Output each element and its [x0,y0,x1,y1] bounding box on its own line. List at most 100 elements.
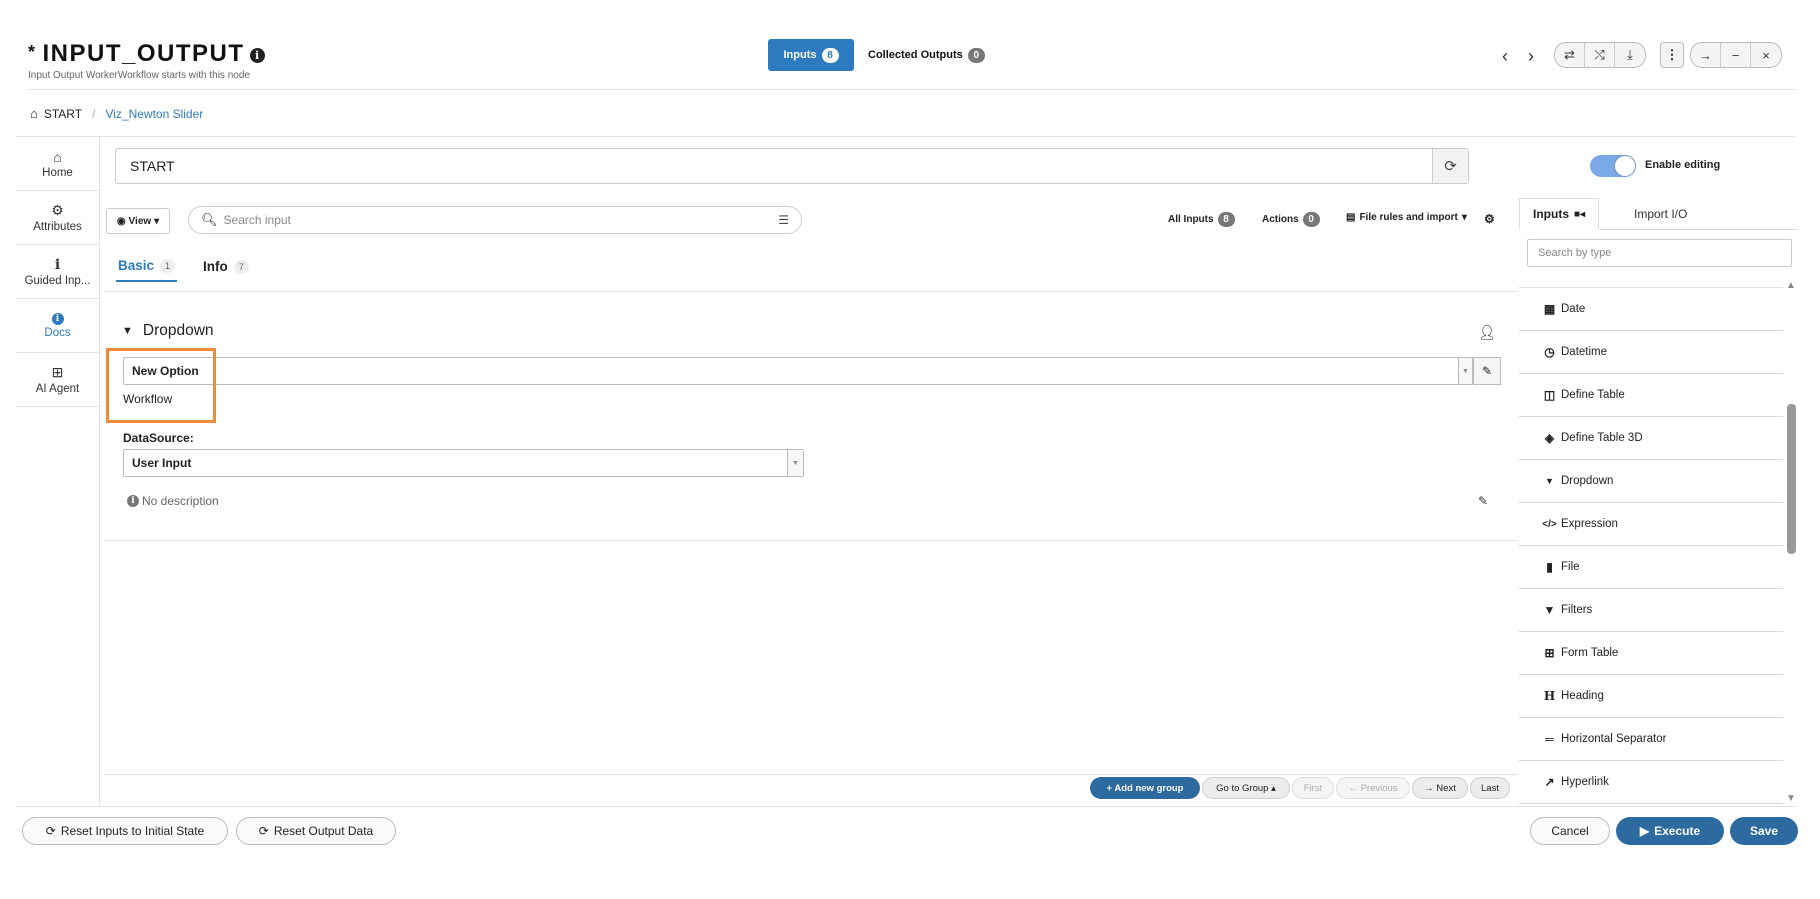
previous-page-button[interactable]: ← Previous [1336,777,1410,799]
input-subtabs: Basic 1 Info 7 [116,258,251,282]
start-node-value: START [130,158,175,174]
first-page-button[interactable]: First [1292,777,1334,799]
subtab-divider [104,291,1518,292]
breadcrumb-root[interactable]: START [44,107,82,121]
reset-output-button[interactable]: ⟳ Reset Output Data [236,817,396,845]
go-to-group-button[interactable]: Go to Group ▴ [1202,777,1290,799]
caret-down-icon: ▼ [122,325,133,337]
tab-inputs-label: Inputs [783,49,817,61]
arrow-right-icon[interactable]: → [1691,43,1721,67]
prev-node-icon[interactable]: ‹ [1502,46,1508,67]
type-horizontal-separator[interactable]: ═ Horizontal Separator [1519,718,1783,761]
type-dropdown[interactable]: ▼ Dropdown [1519,460,1783,503]
nav-ai-agent[interactable]: ⊞ AI Agent [16,353,99,407]
refresh-icon[interactable]: ⟳ [1432,149,1468,183]
save-button[interactable]: Save [1730,817,1798,845]
tab-inputs-count: 8 [821,47,839,63]
datasource-label: DataSource: [123,431,194,445]
tab-inputs[interactable]: Inputs 8 [768,39,854,71]
group-header[interactable]: ▼ Dropdown [122,322,214,340]
table-icon: ⊞ [1544,646,1555,660]
all-inputs-button[interactable]: All Inputs 8 [1168,212,1235,227]
type-file[interactable]: ▮ File [1519,546,1783,589]
search-by-type-input[interactable]: Search by type [1527,239,1792,267]
reset-inputs-button[interactable]: ⟳ Reset Inputs to Initial State [22,817,228,845]
download-icon[interactable]: ⤓ [1615,43,1645,67]
dropdown-caret-icon[interactable]: ▼ [1458,358,1472,384]
user-icon[interactable]: 👤︎ [1478,324,1496,341]
type-datetime[interactable]: ◷ Datetime [1519,331,1783,374]
cancel-button[interactable]: Cancel [1530,817,1610,845]
header-divider [28,89,1796,90]
scroll-down-icon[interactable]: ▼ [1786,793,1796,804]
file-rules-dropdown[interactable]: ▤ File rules and import ▾ [1346,212,1467,223]
swap-icon[interactable]: ⇄ [1555,43,1585,67]
last-page-button[interactable]: Last [1470,777,1510,799]
eye-icon: ◉ [116,215,126,227]
type-list-scrollbar[interactable]: ▲ ▼ [1786,280,1796,804]
group-title: Dropdown [142,322,214,339]
type-filters[interactable]: ▼ Filters [1519,589,1783,632]
tab-inputs-panel[interactable]: Inputs ■◂ [1519,198,1600,230]
type-hyperlink[interactable]: ↗ Hyperlink [1519,761,1783,804]
datasource-caret-icon[interactable]: ▼ [787,450,803,476]
refresh-icon: ⟳ [258,824,269,838]
tab-collected-outputs[interactable]: Collected Outputs 0 [868,39,985,71]
tab-basic[interactable]: Basic 1 [116,258,178,282]
add-new-group-button[interactable]: + Add new group [1090,777,1200,799]
nav-docs[interactable]: i Docs [16,299,99,353]
start-node-field[interactable]: START ⟳ [115,148,1469,184]
type-date[interactable]: ▦ Date [1519,288,1783,331]
next-node-icon[interactable]: › [1528,46,1534,67]
actions-button[interactable]: Actions 0 [1262,212,1320,227]
enable-editing-toggle[interactable] [1590,155,1636,177]
pagination-divider [104,774,1518,775]
shuffle-icon[interactable]: ⤭ [1585,43,1615,67]
view-dropdown[interactable]: ◉ View ▾ [106,208,170,234]
settings-gear-button[interactable]: ⚙ [1484,212,1495,226]
node-subtitle: Input Output WorkerWorkflow starts with … [28,70,250,81]
scroll-up-icon[interactable]: ▲ [1786,280,1796,291]
type-define-table-3d[interactable]: ◈ Define Table 3D [1519,417,1783,460]
datasource-select[interactable]: User Input ▼ [123,449,804,477]
edit-dropdown-icon[interactable]: ✎ [1473,357,1501,385]
tab-import-io[interactable]: Import I/O [1621,198,1700,230]
external-link-icon: ↗ [1544,775,1555,789]
minimize-icon[interactable]: − [1721,43,1751,67]
filter-sliders-icon[interactable]: ☰ [778,213,789,227]
breadcrumb: ⌂ START / Viz_Newton Slider [30,106,204,121]
dropdown-select[interactable]: New Option ▼ [123,357,1473,385]
left-nav: ⌂ Home ⚙ Attributes i Guided Inp... i Do… [16,137,100,807]
next-page-button[interactable]: → Next [1412,777,1468,799]
refresh-icon: ⟳ [45,824,56,838]
nav-attributes[interactable]: ⚙ Attributes [16,191,99,245]
unsaved-marker: * [28,42,37,62]
edit-description-icon[interactable]: ✎ [1478,494,1488,508]
caret-down-icon: ▾ [154,215,160,227]
search-icon: 🔍︎ [201,212,218,227]
tab-info[interactable]: Info 7 [201,258,251,282]
type-define-table[interactable]: ◫ Define Table [1519,374,1783,417]
more-options-icon[interactable]: ⋮ [1660,42,1684,68]
node-action-group: ⇄ ⤭ ⤓ [1554,42,1646,68]
breadcrumb-current[interactable]: Viz_Newton Slider [105,107,203,121]
calendar-icon: ▦ [1543,302,1556,316]
file-import-icon: ▤ [1346,212,1356,223]
node-title-text: INPUT_OUTPUT [42,40,245,67]
table-columns-icon: ◫ [1543,388,1556,402]
group-divider [104,540,1518,541]
info-icon[interactable]: i [249,48,265,63]
file-icon: ▮ [1546,560,1553,574]
gear-icon: ⚙ [51,202,64,218]
type-form-table[interactable]: ⊞ Form Table [1519,632,1783,675]
type-heading[interactable]: H Heading [1519,675,1783,718]
scrollbar-thumb[interactable] [1787,404,1796,554]
execute-button[interactable]: ▶ Execute [1616,817,1724,845]
search-input[interactable]: 🔍︎ Search input ☰ [188,206,802,234]
type-expression[interactable]: </> Expression [1519,503,1783,546]
robot-icon: ⊞ [51,364,64,380]
nav-home[interactable]: ⌂ Home [16,137,99,191]
enable-editing-label: Enable editing [1645,159,1721,171]
close-icon[interactable]: × [1751,43,1781,67]
nav-guided-inputs[interactable]: i Guided Inp... [16,245,99,299]
